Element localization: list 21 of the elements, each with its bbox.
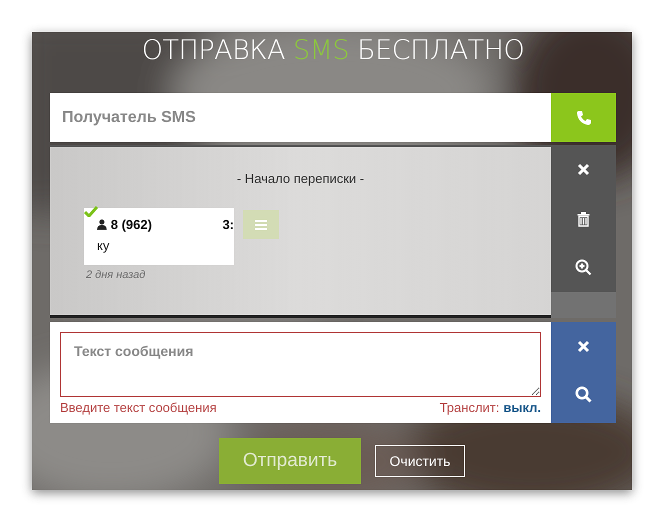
chat-start-label: - Начало переписки - (236, 171, 366, 186)
message-field[interactable]: Текст сообщения (60, 332, 541, 397)
sender-number: 8 (962) (110, 217, 152, 232)
message-time: 2 дня назад (86, 269, 146, 281)
clear-button[interactable]: Очистить (375, 445, 465, 477)
user-icon (97, 219, 107, 230)
message-text: ку (97, 238, 110, 253)
trash-icon (577, 210, 590, 226)
page-title: ОТПРАВКА SMS БЕСПЛАТНО (140, 35, 526, 68)
zoom-in-icon (575, 259, 592, 276)
sender-number-end: 3: (222, 217, 234, 232)
recipient-field[interactable]: Получатель SMS (50, 93, 551, 142)
error-message: Введите текст сообщения (60, 400, 218, 415)
close-icon (577, 340, 590, 352)
translit-toggle[interactable]: выкл. (503, 400, 541, 415)
close-icon (577, 163, 590, 176)
toolbar-footer (551, 292, 616, 318)
search-icon (575, 386, 592, 402)
translit-label: Транслит: (440, 400, 500, 415)
phone-icon (576, 110, 592, 126)
menu-icon (255, 220, 267, 230)
